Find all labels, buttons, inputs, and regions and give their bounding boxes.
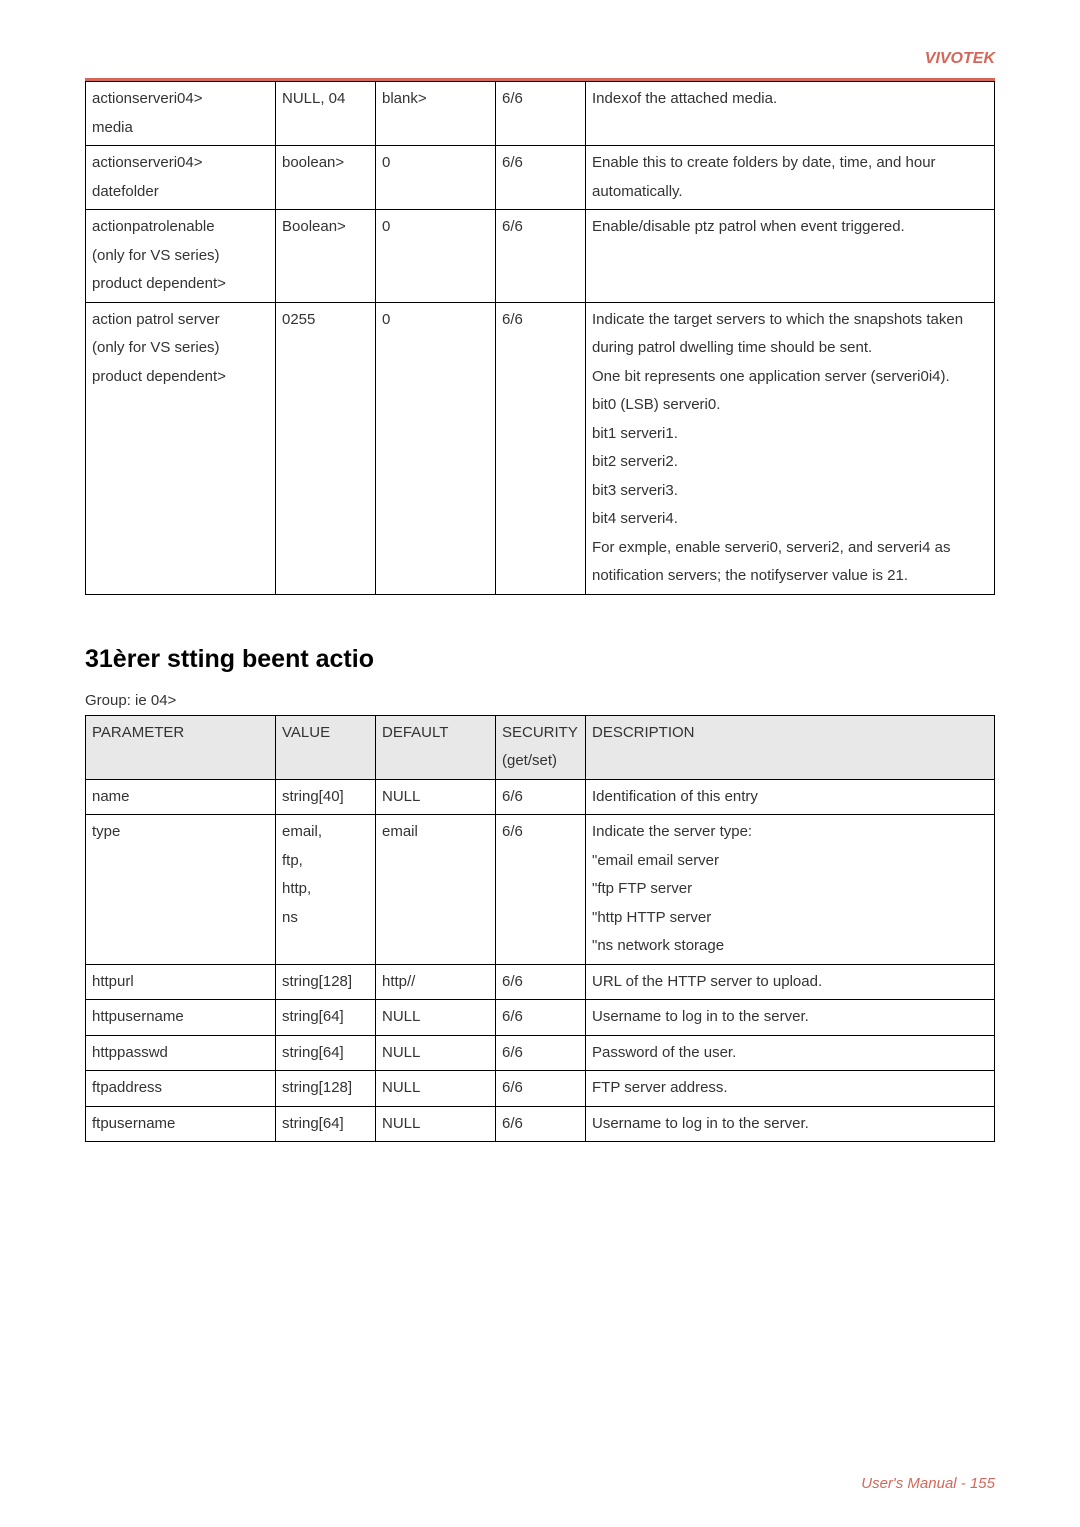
cell: 6/6 (496, 779, 586, 815)
cell: URL of the HTTP server to upload. (586, 964, 995, 1000)
header-default: DEFAULT (376, 715, 496, 779)
cell: http// (376, 964, 496, 1000)
cell: name (86, 779, 276, 815)
cell: Identification of this entry (586, 779, 995, 815)
cell: email, ftp, http, ns (276, 815, 376, 965)
cell: blank> (376, 82, 496, 146)
table-header-row: PARAMETER VALUE DEFAULT SECURITY (get/se… (86, 715, 995, 779)
table-row: ftpaddressstring[128]NULL6/6FTP server a… (86, 1071, 995, 1107)
table-row: namestring[40]NULL6/6Identification of t… (86, 779, 995, 815)
cell: FTP server address. (586, 1071, 995, 1107)
cell: 0 (376, 210, 496, 303)
cell: string[64] (276, 1106, 376, 1142)
header-value: VALUE (276, 715, 376, 779)
cell: string[64] (276, 1000, 376, 1036)
cell: NULL (376, 1106, 496, 1142)
parameter-table-2: PARAMETER VALUE DEFAULT SECURITY (get/se… (85, 715, 995, 1143)
cell: string[128] (276, 1071, 376, 1107)
cell: Username to log in to the server. (586, 1000, 995, 1036)
cell: actionserveri04> datefolder (86, 146, 276, 210)
cell: NULL (376, 1000, 496, 1036)
cell: ftpaddress (86, 1071, 276, 1107)
cell: actionserveri04> media (86, 82, 276, 146)
header-description: DESCRIPTION (586, 715, 995, 779)
cell: email (376, 815, 496, 965)
cell: Enable/disable ptz patrol when event tri… (586, 210, 995, 303)
group-line: Group: ie 04> (85, 692, 995, 709)
cell: httpusername (86, 1000, 276, 1036)
header-parameter: PARAMETER (86, 715, 276, 779)
cell: Username to log in to the server. (586, 1106, 995, 1142)
cell: NULL (376, 1071, 496, 1107)
cell: Indicate the target servers to which the… (586, 302, 995, 594)
cell: 6/6 (496, 146, 586, 210)
cell: 6/6 (496, 82, 586, 146)
cell: 0 (376, 146, 496, 210)
page-footer: User's Manual - 155 (861, 1475, 995, 1492)
cell: type (86, 815, 276, 965)
cell: httppasswd (86, 1035, 276, 1071)
cell: string[64] (276, 1035, 376, 1071)
table-row: httpurlstring[128]http//6/6URL of the HT… (86, 964, 995, 1000)
cell: action patrol server (only for VS series… (86, 302, 276, 594)
cell: boolean> (276, 146, 376, 210)
table-row: httpusernamestring[64]NULL6/6Username to… (86, 1000, 995, 1036)
cell: 6/6 (496, 1035, 586, 1071)
cell: 6/6 (496, 1106, 586, 1142)
cell: 6/6 (496, 1000, 586, 1036)
cell: 6/6 (496, 964, 586, 1000)
cell: string[128] (276, 964, 376, 1000)
cell: Password of the user. (586, 1035, 995, 1071)
cell: actionpatrolenable (only for VS series) … (86, 210, 276, 303)
cell: NULL, 04 (276, 82, 376, 146)
cell: 6/6 (496, 302, 586, 594)
cell: ftpusername (86, 1106, 276, 1142)
cell: Indicate the server type: "email email s… (586, 815, 995, 965)
cell: 6/6 (496, 815, 586, 965)
table-row: actionpatrolenable (only for VS series) … (86, 210, 995, 303)
header-security: SECURITY (get/set) (496, 715, 586, 779)
cell: Indexof the attached media. (586, 82, 995, 146)
table-row: actionserveri04> datefolderboolean>06/6E… (86, 146, 995, 210)
cell: 6/6 (496, 210, 586, 303)
table-row: httppasswdstring[64]NULL6/6Password of t… (86, 1035, 995, 1071)
cell: 6/6 (496, 1071, 586, 1107)
table-row: action patrol server (only for VS series… (86, 302, 995, 594)
table-row: actionserveri04> mediaNULL, 04blank>6/6I… (86, 82, 995, 146)
cell: NULL (376, 779, 496, 815)
cell: string[40] (276, 779, 376, 815)
table-row: typeemail, ftp, http, nsemail6/6Indicate… (86, 815, 995, 965)
cell: NULL (376, 1035, 496, 1071)
cell: 0 (376, 302, 496, 594)
cell: Enable this to create folders by date, t… (586, 146, 995, 210)
cell: httpurl (86, 964, 276, 1000)
table-row: ftpusernamestring[64]NULL6/6Username to … (86, 1106, 995, 1142)
cell: 0255 (276, 302, 376, 594)
cell: Boolean> (276, 210, 376, 303)
brand-label: VIVOTEK (85, 50, 995, 68)
section-title: 31èrer stting beent actio (85, 645, 995, 674)
parameter-table-1: actionserveri04> mediaNULL, 04blank>6/6I… (85, 81, 995, 595)
